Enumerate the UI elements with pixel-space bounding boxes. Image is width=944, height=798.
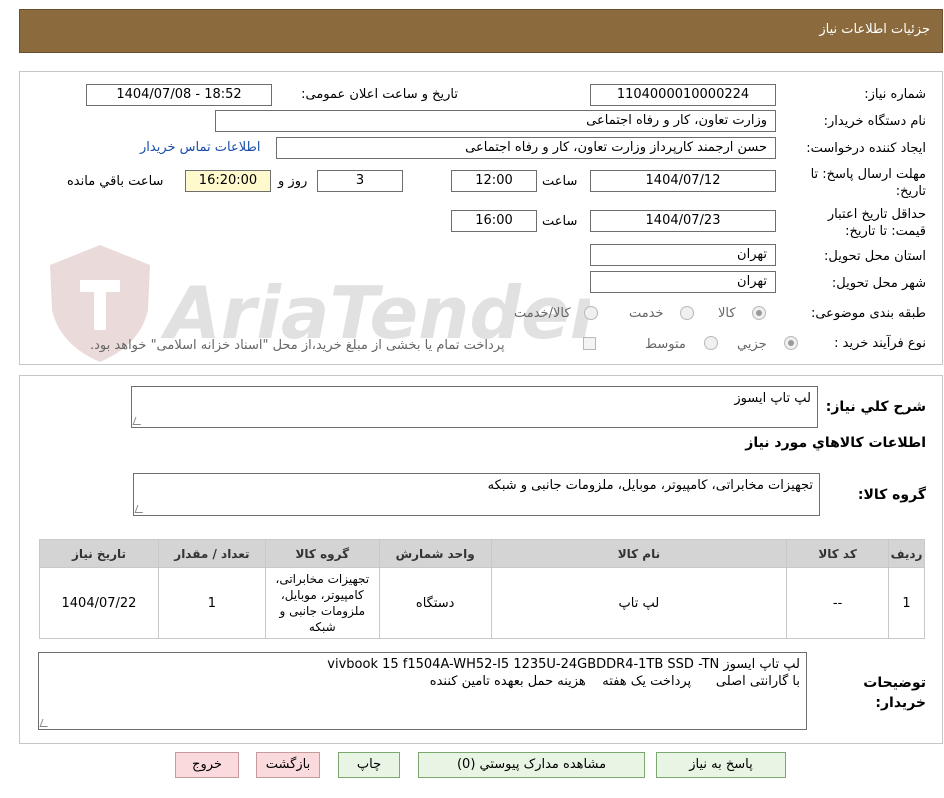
cell-need-date: 1404/07/22 <box>39 567 159 639</box>
announce-date-label: تاریخ و ساعت اعلان عمومی: <box>301 87 458 102</box>
category-goods-service-radio[interactable] <box>584 306 598 320</box>
items-table: رديف کد کالا نام کالا واحد شمارش گروه کا… <box>39 539 925 639</box>
summary-label: شرح کلي نياز: <box>825 399 926 415</box>
category-goods-label: کالا <box>718 306 736 321</box>
purchase-type-label: نوع فرآیند خرید : <box>834 336 926 351</box>
price-validity-label: حداقل تاریخ اعتبار قیمت: تا تاریخ: <box>827 207 926 239</box>
reply-deadline-time-field[interactable]: 12:00 <box>451 170 537 192</box>
table-row[interactable]: 1 -- لپ تاپ دستگاه تجهیزات مخابراتی، کام… <box>39 567 925 639</box>
category-goods-service-label: کالا/خدمت <box>514 306 571 321</box>
city-label: شهر محل تحویل: <box>831 276 926 291</box>
requester-label: ایجاد کننده درخواست: <box>806 141 926 156</box>
price-time-label: ساعت <box>542 214 578 229</box>
announce-date-field[interactable]: 1404/07/08 - 18:52 <box>86 84 272 106</box>
buyer-notes-line1: لپ تاپ ایسوز vivbook 15 f1504A-WH52-I5 1… <box>327 657 800 672</box>
buyer-org-field[interactable]: وزارت تعاون، کار و رفاه اجتماعی <box>215 110 776 132</box>
buyer-notes-line2: با گارانتی اصلی پرداخت یک هفته هزینه حمل… <box>429 674 800 689</box>
buyer-notes-textarea[interactable]: لپ تاپ ایسوز vivbook 15 f1504A-WH52-I5 1… <box>38 652 807 730</box>
col-unit: واحد شمارش <box>378 539 492 568</box>
view-attachments-button[interactable]: مشاهده مدارک پیوستي (0) <box>418 752 645 778</box>
reply-time-label: ساعت <box>542 174 578 189</box>
exit-button[interactable]: خروج <box>175 752 239 778</box>
back-button[interactable]: بازگشت <box>256 752 320 778</box>
table-header-row: رديف کد کالا نام کالا واحد شمارش گروه کا… <box>39 539 925 568</box>
cell-goods-group: تجهیزات مخابراتی، کامپیوتر، موبایل، ملزو… <box>264 567 380 639</box>
province-label: استان محل تحویل: <box>824 249 926 264</box>
remaining-time-field: 16:20:00 <box>185 170 271 192</box>
col-goods-group: گروه کالا <box>264 539 380 568</box>
print-button[interactable]: چاپ <box>338 752 400 778</box>
need-number-label: شماره نیاز: <box>864 87 926 102</box>
goods-group-textarea[interactable]: تجهیزات مخابراتی، کامپیوتر، موبایل، ملزو… <box>133 473 820 516</box>
purchase-minor-radio[interactable] <box>784 336 798 350</box>
category-label: طبقه بندی موضوعی: <box>810 306 926 321</box>
reply-button[interactable]: پاسخ به نیاز <box>656 752 786 778</box>
treasury-note: پرداخت تمام یا بخشی از مبلغ خرید،از محل … <box>90 338 505 353</box>
cell-goods-code: -- <box>786 567 890 639</box>
requester-field[interactable]: حسن ارجمند کارپرداز وزارت تعاون، کار و ر… <box>276 137 776 159</box>
resize-grip-icon[interactable] <box>39 719 51 727</box>
buyer-contact-link[interactable]: اطلاعات تماس خریدار <box>140 140 260 155</box>
summary-text: لپ تاپ ایسوز <box>734 391 811 406</box>
header-bar: جزئیات اطلاعات نیاز <box>19 9 943 53</box>
need-number-field[interactable]: 1104000010000224 <box>590 84 776 106</box>
goods-info-title: اطلاعات کالاهاي مورد نياز <box>745 435 926 451</box>
remaining-label: ساعت باقي مانده <box>67 174 164 189</box>
resize-grip-icon[interactable] <box>134 505 146 513</box>
category-service-label: خدمت <box>629 306 664 321</box>
cell-row-number: 1 <box>888 567 925 639</box>
reply-days-field[interactable]: 3 <box>317 170 403 192</box>
page-title: جزئیات اطلاعات نیاز <box>819 22 930 37</box>
buyer-notes-label: توضيحات خريدار: <box>863 675 926 711</box>
price-validity-date-field[interactable]: 1404/07/23 <box>590 210 776 232</box>
col-goods-code: کد کالا <box>786 539 890 568</box>
category-service-radio[interactable] <box>680 306 694 320</box>
resize-grip-icon[interactable] <box>132 417 144 425</box>
summary-textarea[interactable]: لپ تاپ ایسوز <box>131 386 818 428</box>
col-row-number: رديف <box>888 539 925 568</box>
city-field[interactable]: تهران <box>590 271 776 293</box>
col-need-date: تاريخ نياز <box>39 539 159 568</box>
category-goods-radio[interactable] <box>752 306 766 320</box>
col-quantity: تعداد / مقدار <box>157 539 266 568</box>
price-validity-time-field[interactable]: 16:00 <box>451 210 537 232</box>
cell-quantity: 1 <box>157 567 266 639</box>
buyer-org-label: نام دستگاه خریدار: <box>823 114 926 129</box>
goods-group-label: گروه کالا: <box>857 487 926 503</box>
province-field[interactable]: تهران <box>590 244 776 266</box>
purchase-medium-radio[interactable] <box>704 336 718 350</box>
col-goods-name: نام کالا <box>490 539 788 568</box>
treasury-checkbox[interactable] <box>583 337 596 350</box>
purchase-medium-label: متوسط <box>645 337 686 352</box>
reply-deadline-date-field[interactable]: 1404/07/12 <box>590 170 776 192</box>
cell-goods-name: لپ تاپ <box>490 567 788 639</box>
reply-deadline-label: مهلت ارسال پاسخ: تا تاریخ: <box>810 167 926 199</box>
goods-group-text: تجهیزات مخابراتی، کامپیوتر، موبایل، ملزو… <box>487 478 813 493</box>
days-label: روز و <box>278 174 308 189</box>
purchase-minor-label: جزیي <box>737 337 767 352</box>
cell-unit: دستگاه <box>378 567 492 639</box>
